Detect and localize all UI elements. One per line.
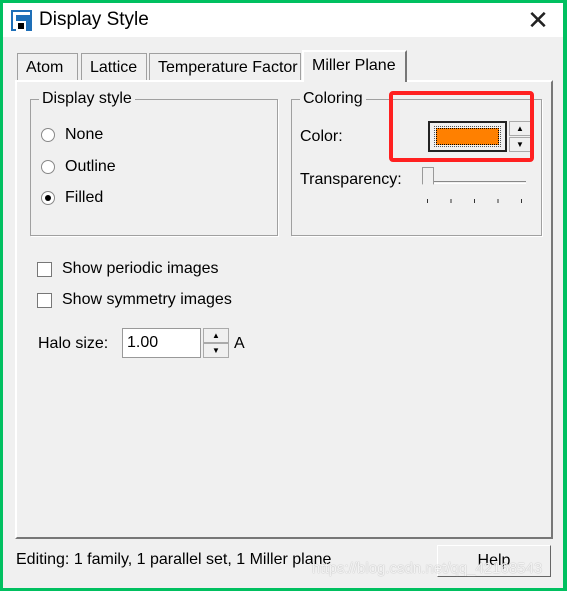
tab-miller-plane[interactable]: Miller Plane (302, 50, 407, 82)
transparency-slider-thumb[interactable] (422, 167, 434, 191)
tab-lattice[interactable]: Lattice (81, 53, 147, 81)
status-text: Editing: 1 family, 1 parallel set, 1 Mil… (16, 551, 332, 568)
transparency-track[interactable] (429, 181, 526, 184)
radio-none-label: None (65, 126, 104, 143)
window-title: Display Style (39, 9, 149, 30)
transparency-label: Transparency: (300, 171, 402, 188)
radio-none[interactable]: None (41, 126, 103, 144)
show-periodic-images-label: Show periodic images (62, 260, 219, 277)
coloring-label: Coloring (300, 90, 366, 108)
app-icon (11, 10, 32, 31)
title-bar: Display Style ✕ (3, 3, 563, 37)
radio-filled[interactable]: Filled (41, 189, 103, 207)
color-label: Color: (300, 128, 343, 145)
tab-atom[interactable]: Atom (17, 53, 78, 81)
show-symmetry-images-checkbox[interactable]: Show symmetry images (37, 291, 232, 309)
show-periodic-images-checkbox[interactable]: Show periodic images (37, 260, 219, 278)
halo-unit: A (234, 335, 245, 352)
display-style-label: Display style (39, 90, 135, 108)
halo-down-arrow[interactable]: ▼ (203, 343, 229, 358)
watermark: https://blog.csdn.net/qq_42168543 (312, 560, 543, 577)
display-style-group: Display style None Outline Filled (30, 90, 278, 236)
halo-size-input[interactable] (122, 328, 201, 358)
radio-outline-label: Outline (65, 158, 116, 175)
halo-size-label: Halo size: (38, 335, 109, 352)
halo-up-arrow[interactable]: ▲ (203, 328, 229, 343)
highlight-box (389, 91, 534, 162)
close-icon[interactable]: ✕ (523, 5, 553, 35)
transparency-ticks (427, 199, 527, 203)
radio-outline[interactable]: Outline (41, 158, 116, 176)
show-symmetry-images-label: Show symmetry images (62, 291, 232, 308)
tab-temperature-factor[interactable]: Temperature Factor (149, 53, 301, 81)
radio-filled-label: Filled (65, 189, 104, 206)
